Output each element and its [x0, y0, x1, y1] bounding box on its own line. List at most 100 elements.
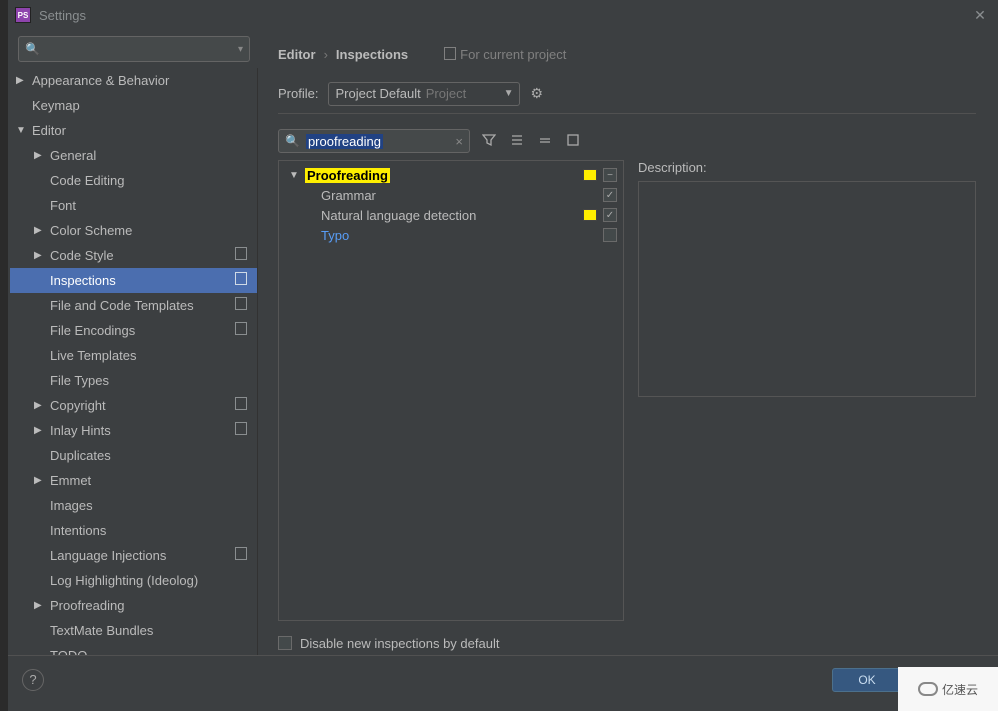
expand-arrow-icon[interactable]: ▼	[16, 125, 28, 136]
disable-label: Disable new inspections by default	[300, 636, 499, 651]
content-pane: Editor › Inspections For current project…	[258, 30, 998, 655]
sidebar-item-font[interactable]: Font	[10, 193, 257, 218]
description-box	[638, 181, 976, 397]
crumb-inspections: Inspections	[336, 47, 408, 62]
project-scope-icon	[237, 274, 247, 288]
sidebar-item-label: Proofreading	[50, 598, 124, 613]
sidebar: 🔍 ▾ ▶Appearance & BehaviorKeymap▼Editor▶…	[0, 30, 258, 655]
window-title: Settings	[39, 8, 86, 23]
expand-arrow-icon[interactable]: ▶	[34, 425, 46, 436]
inspection-item-typo[interactable]: Typo	[279, 225, 623, 245]
expand-arrow-icon[interactable]: ▼	[289, 170, 301, 181]
sidebar-item-label: Log Highlighting (Ideolog)	[50, 573, 198, 588]
project-scope-icon	[237, 399, 247, 413]
expand-arrow-icon[interactable]: ▶	[34, 250, 46, 261]
help-button[interactable]: ?	[22, 669, 44, 691]
sidebar-item-intentions[interactable]: Intentions	[10, 518, 257, 543]
profile-combo[interactable]: Project Default Project ▼	[328, 82, 520, 106]
ok-button[interactable]: OK	[832, 668, 902, 692]
inspection-group-proofreading[interactable]: ▼ Proofreading	[279, 165, 623, 185]
settings-search-input[interactable]	[44, 42, 238, 56]
sidebar-item-appearance-behavior[interactable]: ▶Appearance & Behavior	[10, 68, 257, 93]
expand-arrow-icon[interactable]: ▶	[34, 600, 46, 611]
sidebar-item-label: Color Scheme	[50, 223, 132, 238]
inspection-checkbox[interactable]	[603, 228, 617, 242]
sidebar-item-label: TextMate Bundles	[50, 623, 153, 638]
inspections-tree[interactable]: ▼ Proofreading GrammarNatural language det…	[278, 160, 624, 621]
inspection-item-natural-language-detection[interactable]: Natural language detection	[279, 205, 623, 225]
sidebar-item-textmate-bundles[interactable]: TextMate Bundles	[10, 618, 257, 643]
severity-indicator[interactable]	[583, 189, 597, 201]
group-checkbox[interactable]	[603, 168, 617, 182]
sidebar-item-emmet[interactable]: ▶ Emmet	[10, 468, 257, 493]
expand-arrow-icon[interactable]: ▶	[34, 225, 46, 236]
sidebar-item-file-and-code-templates[interactable]: File and Code Templates	[10, 293, 257, 318]
sidebar-item-live-templates[interactable]: Live Templates	[10, 343, 257, 368]
sidebar-item-label: Images	[50, 498, 93, 513]
settings-search[interactable]: 🔍 ▾	[18, 36, 250, 62]
sidebar-item-log-highlighting-ideolog-[interactable]: Log Highlighting (Ideolog)	[10, 568, 257, 593]
search-icon: 🔍	[25, 42, 40, 56]
expand-arrow-icon[interactable]: ▶	[34, 150, 46, 161]
watermark: 亿速云	[898, 667, 998, 711]
sidebar-item-todo[interactable]: TODO	[10, 643, 257, 655]
sidebar-item-language-injections[interactable]: Language Injections	[10, 543, 257, 568]
severity-indicator[interactable]	[583, 229, 597, 241]
sidebar-item-label: Live Templates	[50, 348, 136, 363]
close-icon[interactable]: ✕	[970, 7, 990, 24]
crumb-editor[interactable]: Editor	[278, 47, 316, 62]
sidebar-item-inlay-hints[interactable]: ▶ Inlay Hints	[10, 418, 257, 443]
titlebar: PS Settings ✕	[0, 0, 998, 30]
app-icon: PS	[15, 7, 31, 23]
sidebar-item-keymap[interactable]: Keymap	[10, 93, 257, 118]
main: 🔍 ▾ ▶Appearance & BehaviorKeymap▼Editor▶…	[0, 30, 998, 655]
chevron-down-icon: ▼	[504, 88, 514, 99]
chevron-down-icon[interactable]: ▾	[238, 44, 243, 55]
inspection-search[interactable]: 🔍 proofreading ×	[278, 129, 470, 153]
collapse-all-icon[interactable]	[536, 133, 554, 150]
sidebar-item-label: Duplicates	[50, 448, 111, 463]
cloud-icon	[918, 682, 938, 696]
filter-icon[interactable]	[480, 133, 498, 150]
inspection-checkbox[interactable]	[603, 208, 617, 222]
severity-indicator[interactable]	[583, 169, 597, 181]
severity-indicator[interactable]	[583, 209, 597, 221]
sidebar-item-file-types[interactable]: File Types	[10, 368, 257, 393]
expand-arrow-icon[interactable]: ▶	[34, 475, 46, 486]
sidebar-item-label: File and Code Templates	[50, 298, 194, 313]
sidebar-item-file-encodings[interactable]: File Encodings	[10, 318, 257, 343]
sidebar-item-editor[interactable]: ▼Editor	[10, 118, 257, 143]
expand-all-icon[interactable]	[508, 133, 526, 150]
sidebar-item-general[interactable]: ▶General	[10, 143, 257, 168]
gear-icon[interactable]: ⚙	[530, 85, 543, 102]
sidebar-item-label: Emmet	[50, 473, 91, 488]
reset-icon[interactable]	[564, 134, 582, 149]
expand-arrow-icon[interactable]: ▶	[34, 400, 46, 411]
sidebar-item-duplicates[interactable]: Duplicates	[10, 443, 257, 468]
search-icon: 🔍	[285, 134, 300, 148]
sidebar-item-inspections[interactable]: Inspections	[10, 268, 257, 293]
sidebar-item-color-scheme[interactable]: ▶ Color Scheme	[10, 218, 257, 243]
inspection-group-label: Proofreading	[305, 168, 390, 183]
expand-arrow-icon[interactable]: ▶	[16, 75, 28, 86]
inspection-item-grammar[interactable]: Grammar	[279, 185, 623, 205]
settings-tree[interactable]: ▶Appearance & BehaviorKeymap▼Editor▶Gene…	[10, 68, 258, 655]
sidebar-item-label: Inlay Hints	[50, 423, 111, 438]
breadcrumb-sep: ›	[324, 47, 328, 62]
sidebar-item-code-editing[interactable]: Code Editing	[10, 168, 257, 193]
project-scope-icon	[237, 549, 247, 563]
footer: ? OK Cancel	[0, 655, 998, 703]
sidebar-item-proofreading[interactable]: ▶ Proofreading	[10, 593, 257, 618]
project-scope-icon	[237, 299, 247, 313]
disable-checkbox[interactable]	[278, 636, 292, 650]
sidebar-item-code-style[interactable]: ▶Code Style	[10, 243, 257, 268]
sidebar-item-copyright[interactable]: ▶Copyright	[10, 393, 257, 418]
sidebar-item-images[interactable]: Images	[10, 493, 257, 518]
project-scope-hint: For current project	[446, 47, 566, 62]
sidebar-item-label: File Types	[50, 373, 109, 388]
breadcrumb: Editor › Inspections For current project	[278, 40, 976, 68]
inspection-checkbox[interactable]	[603, 188, 617, 202]
sidebar-item-label: Inspections	[50, 273, 116, 288]
clear-icon[interactable]: ×	[455, 134, 463, 149]
edge-decoration	[0, 0, 8, 711]
